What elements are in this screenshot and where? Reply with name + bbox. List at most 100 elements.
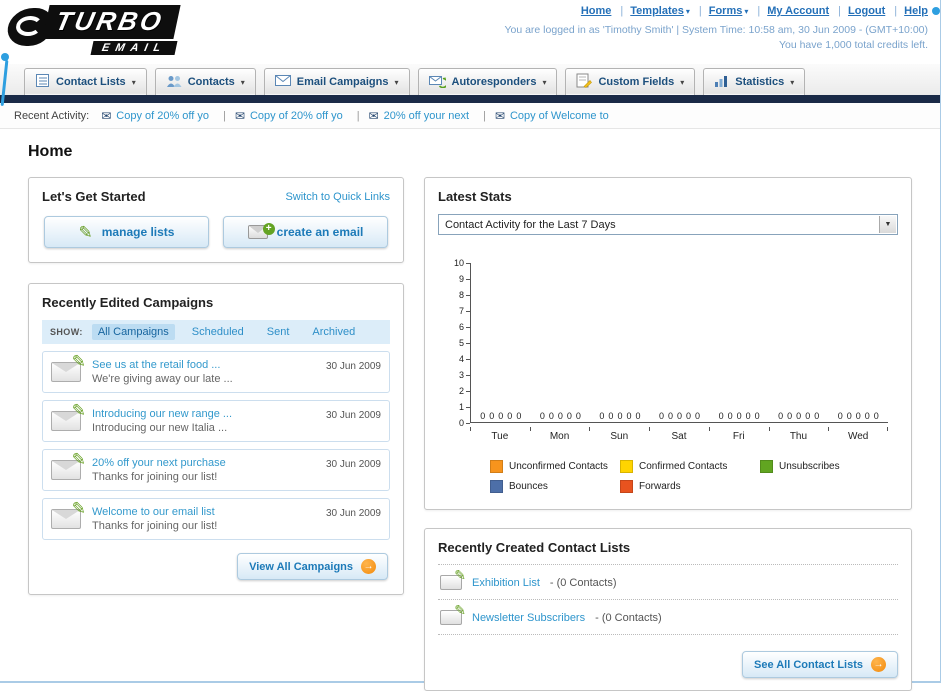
recent-activity-link[interactable]: Copy of 20% off yo [250, 110, 343, 122]
recent-activity-item[interactable]: ✉ 20% off your next [369, 110, 495, 122]
recent-activity-link[interactable]: 20% off your next [384, 110, 469, 122]
campaign-title-link[interactable]: Introducing our new range ... [92, 408, 318, 420]
top-nav-forms-link[interactable]: Forms [709, 5, 743, 17]
chart-legend: Unconfirmed Contacts Confirmed Contacts Un… [490, 460, 898, 493]
campaign-title-link[interactable]: Welcome to our email list [92, 506, 318, 518]
nav-tab-label: Email Campaigns [296, 76, 389, 88]
switch-quick-links-link[interactable]: Switch to Quick Links [285, 191, 390, 203]
campaign-row[interactable]: ✎ Welcome to our email list Thanks for j… [42, 498, 390, 540]
contact-list-link[interactable]: Newsletter Subscribers [472, 612, 585, 624]
top-nav-logout[interactable]: Logout [848, 5, 904, 17]
chart-bar-group: 00000 [471, 411, 531, 421]
top-nav-logout-link[interactable]: Logout [848, 5, 885, 17]
chart-value-label: 0 [873, 411, 879, 421]
nav-tab-label: Custom Fields [598, 76, 675, 88]
chart-value-label: 0 [846, 411, 852, 421]
filter-tab-archived[interactable]: Archived [306, 324, 361, 340]
chart-x-label: Sun [589, 427, 649, 442]
y-axis-tick: 6 [459, 323, 470, 332]
dropdown-arrow-icon: ▾ [790, 77, 795, 87]
y-axis-tick: 0 [459, 419, 470, 428]
recent-activity-item[interactable]: ✉ Copy of 20% off yo [101, 110, 235, 122]
manage-lists-button[interactable]: ✎ manage lists [44, 216, 209, 248]
chart-value-label: 0 [608, 411, 614, 421]
top-nav-help[interactable]: Help [904, 5, 928, 17]
nav-tab-contact-lists[interactable]: Contact Lists ▾ [24, 68, 147, 95]
chart-value-label: 0 [635, 411, 641, 421]
nav-tab-label: Contacts [187, 76, 235, 88]
campaign-filter-bar: SHOW: All Campaigns Scheduled Sent Archi… [42, 320, 390, 344]
contact-list-item[interactable]: ✎ Newsletter Subscribers - (0 Contacts) [438, 600, 898, 635]
chart-value-label: 0 [864, 411, 870, 421]
envelope-icon: ✉ [234, 108, 245, 123]
list-edit-icon: ✎ [440, 568, 466, 590]
contact-list-item[interactable]: ✎ Exhibition List - (0 Contacts) [438, 565, 898, 600]
top-nav-templates[interactable]: Templates ▾ [630, 5, 708, 17]
contact-list-link[interactable]: Exhibition List [472, 577, 540, 589]
campaign-subtitle: Thanks for joining our list! [92, 471, 218, 483]
campaign-envelope-icon: ✎ [51, 500, 86, 529]
nav-tab-label: Statistics [735, 76, 785, 88]
show-label: SHOW: [50, 327, 83, 337]
recent-activity-item[interactable]: ✉ Copy of Welcome to [495, 110, 609, 122]
top-nav-templates-link[interactable]: Templates [630, 5, 684, 17]
recent-contact-lists-title: Recently Created Contact Lists [438, 540, 898, 565]
y-axis-tick: 8 [459, 291, 470, 300]
filter-tab-scheduled[interactable]: Scheduled [186, 324, 250, 340]
plus-icon: + [262, 223, 275, 235]
decoration-dot-icon [932, 7, 940, 15]
recent-activity-link[interactable]: Copy of Welcome to [510, 110, 609, 122]
nav-tab-autoresponders[interactable]: Autoresponders ▾ [417, 68, 558, 95]
create-email-label: create an email [276, 225, 364, 239]
see-all-contact-lists-button[interactable]: See All Contact Lists → [741, 651, 898, 678]
legend-swatch [620, 460, 633, 473]
legend-swatch [620, 480, 633, 493]
chart-value-label: 0 [599, 411, 605, 421]
chart-value-label: 0 [686, 411, 692, 421]
top-nav-my-account-link[interactable]: My Account [767, 5, 829, 17]
nav-tab-contacts[interactable]: Contacts ▾ [154, 68, 256, 95]
top-nav-forms[interactable]: Forms ▾ [709, 5, 768, 17]
app-logo[interactable]: TURBO EMAIL [5, 5, 182, 55]
arrow-right-icon: → [361, 559, 376, 574]
nav-tab-statistics[interactable]: Statistics ▾ [703, 68, 806, 95]
top-nav-my-account[interactable]: My Account [767, 5, 848, 17]
top-nav-help-link[interactable]: Help [904, 5, 928, 17]
envelope-icon: ✉ [494, 108, 505, 123]
latest-stats-panel: Latest Stats Contact Activity for the La… [424, 177, 912, 510]
filter-tab-sent[interactable]: Sent [261, 324, 296, 340]
recent-activity-link[interactable]: Copy of 20% off yo [116, 110, 209, 122]
recent-activity-bar: Recent Activity: ✉ Copy of 20% off yo ✉ Co… [0, 103, 940, 129]
recent-activity-item[interactable]: ✉ Copy of 20% off yo [235, 110, 369, 122]
recent-activity-label: Recent Activity: [14, 109, 90, 122]
campaign-row[interactable]: ✎ Introducing our new range ... Introduc… [42, 400, 390, 442]
page-title: Home [28, 143, 73, 160]
content: Home Let's Get Started Switch to Quick L… [0, 129, 940, 691]
campaign-row[interactable]: ✎ 20% off your next purchase Thanks for … [42, 449, 390, 491]
campaign-row[interactable]: ✎ See us at the retail food ... We're gi… [42, 351, 390, 393]
pencil-icon: ✎ [71, 499, 86, 518]
campaign-title-link[interactable]: See us at the retail food ... [92, 359, 318, 371]
campaign-title-link[interactable]: 20% off your next purchase [92, 457, 318, 469]
arrow-right-icon: → [871, 657, 886, 672]
pencil-icon: ✎ [71, 401, 86, 420]
nav-tab-email-campaigns[interactable]: Email Campaigns ▾ [263, 68, 410, 95]
dropdown-arrow-icon: ▾ [685, 6, 690, 16]
campaign-envelope-icon: ✎ [51, 451, 86, 480]
top-nav-home[interactable]: Home [581, 5, 630, 17]
chart-value-label: 0 [575, 411, 581, 421]
nav-tab-custom-fields[interactable]: Custom Fields ▾ [565, 68, 696, 95]
legend-label: Forwards [639, 481, 681, 492]
logo-text-secondary: EMAIL [90, 41, 178, 55]
top-nav-home-link[interactable]: Home [581, 5, 612, 17]
chart-value-label: 0 [658, 411, 664, 421]
create-email-button[interactable]: + create an email [223, 216, 388, 248]
filter-tab-all-campaigns[interactable]: All Campaigns [91, 324, 175, 340]
chart-x-label: Thu [768, 427, 829, 442]
view-all-campaigns-button[interactable]: View All Campaigns → [237, 553, 388, 580]
statistics-icon [714, 74, 729, 91]
chart-value-label: 0 [855, 411, 861, 421]
chart-value-label: 0 [548, 411, 554, 421]
chart-value-label: 0 [736, 411, 742, 421]
stats-period-select[interactable]: Contact Activity for the Last 7 Days ▼ [438, 214, 898, 235]
